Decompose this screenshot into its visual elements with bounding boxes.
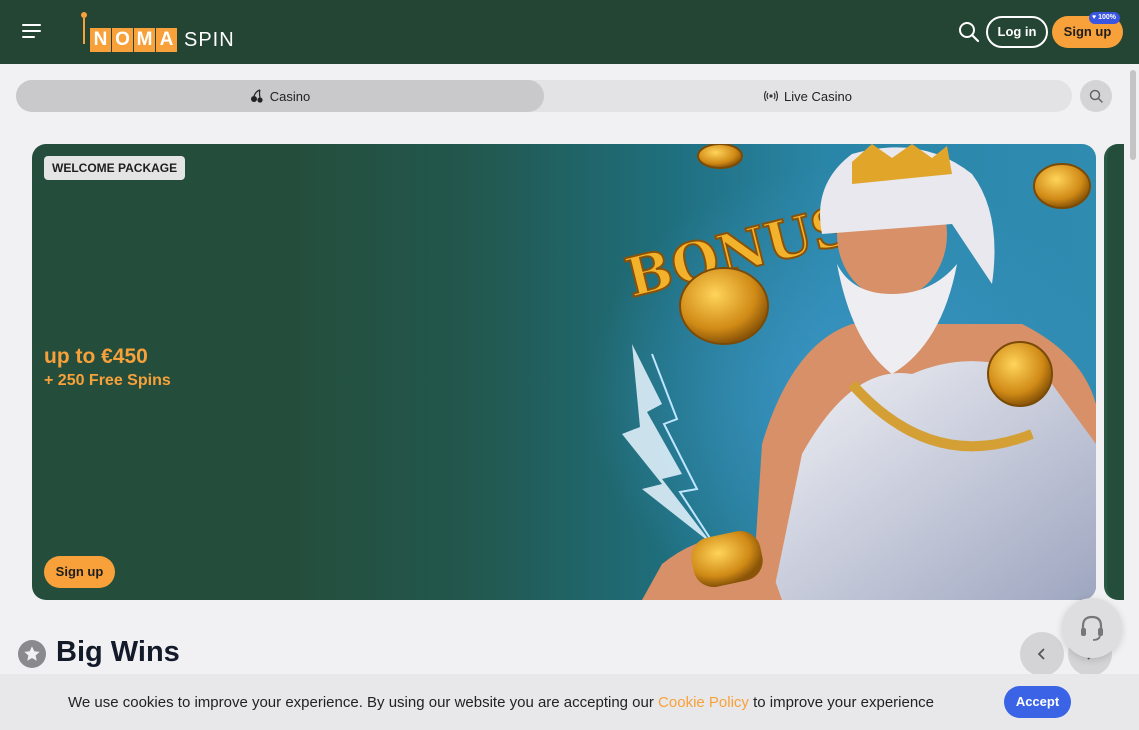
search-icon [1089,89,1103,103]
cookie-text-before: We use cookies to improve your experienc… [68,694,659,711]
tab-label: Casino [269,88,311,104]
banner-signup-button[interactable]: Sign up [44,556,115,588]
promo-banner[interactable]: WELCOME PACKAGE up to €450 + 250 Free Sp… [32,144,1096,600]
search-icon[interactable] [958,21,980,43]
tab-label: Live Casino [784,88,852,104]
chevron-left-icon [1037,648,1045,660]
section-title: Big Wins [56,636,180,668]
top-header: N O M A SPIN Log in Sign up ♥ 100% [0,0,1139,64]
cherries-icon [250,89,263,103]
banner-headline: up to €450 [44,345,148,368]
hamburger-menu-icon[interactable] [22,24,42,40]
tab-live-casino[interactable]: Live Casino [544,80,1072,112]
next-banner-peek[interactable] [1104,144,1124,600]
logo-letter: M [134,28,155,52]
cookie-policy-link[interactable]: Cookie Policy [658,694,749,711]
logo-letter: N [90,28,111,52]
broadcast-icon [764,90,779,102]
gift-icon: ♥ [1092,14,1097,21]
support-chat-button[interactable] [1062,598,1122,658]
tab-casino[interactable]: Casino [16,80,544,112]
scroll-thumb[interactable] [1130,70,1136,160]
cookie-banner: We use cookies to improve your experienc… [0,674,1139,730]
cookie-text-after: to improve your experience [748,694,935,711]
bonus-badge: ♥ 100% [1089,12,1121,24]
logo-letter: A [156,28,177,52]
zeus-illustration: BONUS [618,144,1096,600]
logo-suffix: SPIN [184,29,235,51]
star-icon [18,640,46,668]
login-button[interactable]: Log in [986,16,1048,48]
bonus-badge-text: 100% [1098,14,1117,21]
carousel-prev-button[interactable] [1020,632,1064,676]
category-tabs: Casino Live Casino [16,80,1072,112]
cookie-message: We use cookies to improve your experienc… [68,694,934,711]
banner-badge: WELCOME PACKAGE [44,156,186,180]
logo-letters: N O M A [90,28,178,52]
headset-icon [1081,615,1103,641]
banner-subline: + 250 Free Spins [44,372,171,389]
logo-letter: O [112,28,133,52]
page-scrollbar[interactable] [1127,64,1139,730]
accept-cookies-button[interactable]: Accept [1004,686,1071,718]
logo-pin-icon [80,12,90,48]
game-search-button[interactable] [1080,80,1112,112]
logo[interactable]: N O M A SPIN [80,12,235,52]
